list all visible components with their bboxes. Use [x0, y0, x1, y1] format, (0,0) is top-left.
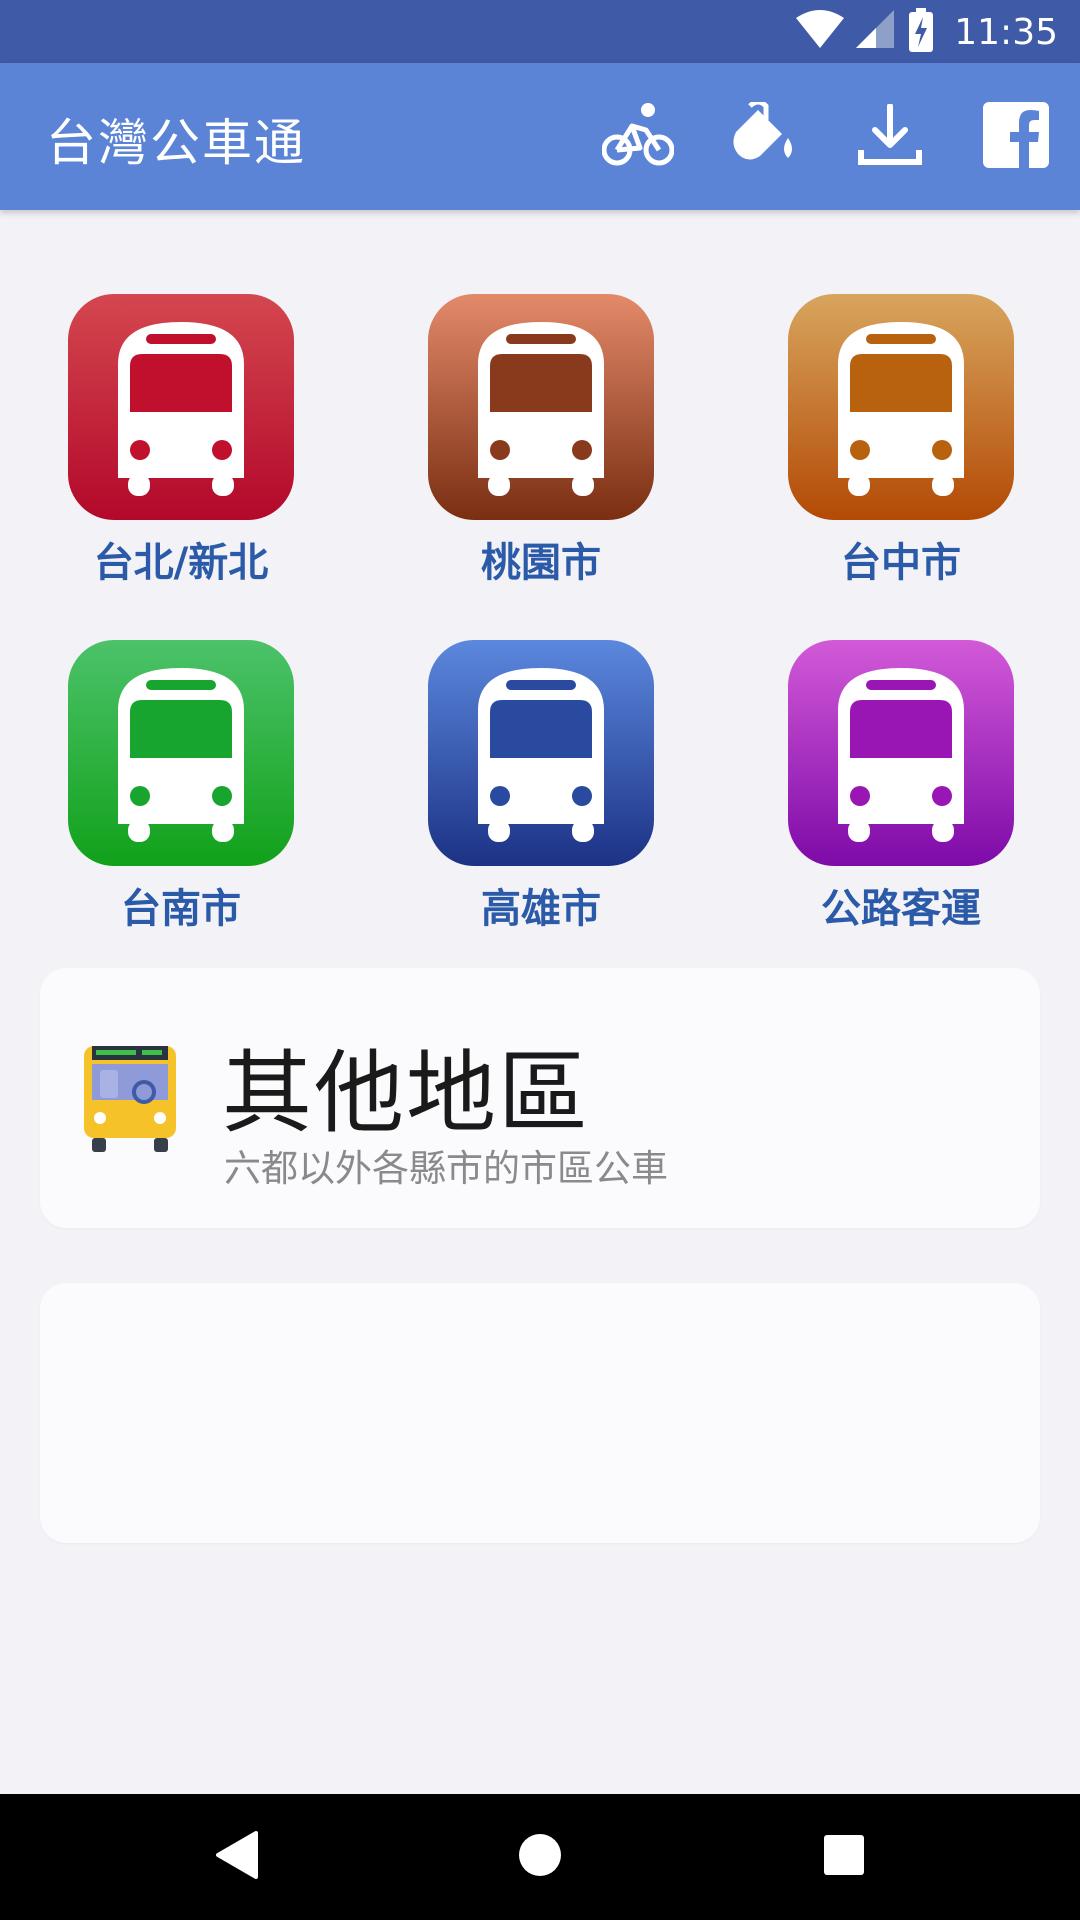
yellow-bus-icon [80, 1042, 180, 1158]
city-label: 公路客運 [821, 886, 981, 932]
other-regions-subtitle: 六都以外各縣市的市區公車 [224, 1147, 668, 1190]
app-title: 台灣公車通 [46, 114, 306, 172]
theme-button[interactable] [722, 95, 806, 179]
status-time: 11:35 [954, 11, 1058, 53]
recents-icon [824, 1835, 864, 1879]
city-tile-taichung[interactable]: 台中市 [720, 210, 1020, 586]
back-button[interactable] [200, 1821, 272, 1893]
city-tile-kaohsiung[interactable]: 高雄市 [360, 556, 660, 932]
paint-bucket-icon [728, 99, 800, 172]
facebook-button[interactable] [974, 95, 1058, 179]
bus-icon [788, 294, 1014, 520]
app-bar: 台灣公車通 [0, 63, 1080, 210]
other-regions-card[interactable]: 其他地區 六都以外各縣市的市區公車 [40, 968, 1040, 1228]
home-button[interactable] [504, 1821, 576, 1893]
city-tile-highway[interactable]: 公路客運 [720, 556, 1020, 932]
signal-icon [856, 10, 896, 54]
bus-icon [428, 640, 654, 866]
bicycle-icon [601, 102, 675, 172]
status-icons: 11:35 [796, 8, 1058, 56]
download-button[interactable] [848, 95, 932, 179]
bicycle-button[interactable] [596, 95, 680, 179]
city-tile-taoyuan[interactable]: 桃園市 [360, 210, 660, 586]
wifi-icon [796, 10, 845, 54]
city-label: 高雄市 [481, 886, 601, 932]
bus-icon [68, 640, 294, 866]
empty-card [40, 1283, 1040, 1543]
navigation-bar [0, 1794, 1080, 1920]
facebook-icon [983, 102, 1049, 172]
status-bar: 11:35 [0, 0, 1080, 63]
bus-icon [68, 294, 294, 520]
back-icon [214, 1831, 258, 1883]
battery-charging-icon [908, 8, 934, 56]
recents-button[interactable] [808, 1821, 880, 1893]
bus-icon [428, 294, 654, 520]
bus-icon [788, 640, 1014, 866]
other-regions-title: 其他地區 [222, 1041, 590, 1146]
city-label: 台南市 [121, 886, 241, 932]
city-tile-tainan[interactable]: 台南市 [0, 556, 300, 932]
download-icon [857, 103, 923, 170]
home-icon [518, 1833, 562, 1881]
city-tile-taipei[interactable]: 台北/新北 [0, 210, 300, 586]
